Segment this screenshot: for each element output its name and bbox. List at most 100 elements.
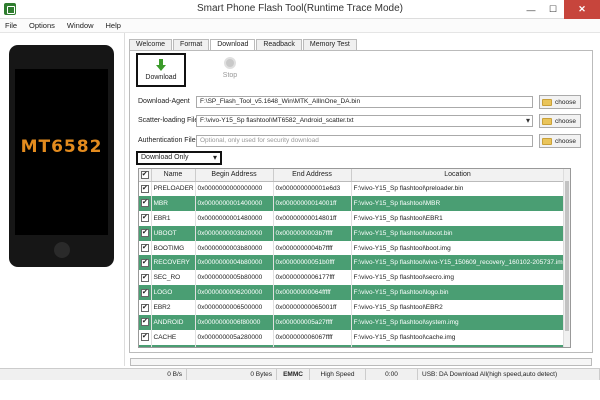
table-row[interactable]: USRDATA0x00000000606800000x00000000e6c7f… xyxy=(139,344,565,347)
row-begin-address: 0x0000000001480000 xyxy=(195,210,274,226)
scatter-field[interactable]: F:\vivo-Y15_Sp flashtool\MT6582_Android_… xyxy=(196,115,533,127)
table-scrollbar[interactable] xyxy=(563,169,570,347)
row-name: LOGO xyxy=(151,285,196,301)
auth-choose-button[interactable]: choose xyxy=(539,134,581,148)
row-begin-address: 0x0000000060680000 xyxy=(195,344,274,347)
checkbox[interactable] xyxy=(141,184,149,193)
row-begin-address: 0x0000000000000000 xyxy=(195,181,274,196)
menu-window[interactable]: Window xyxy=(62,19,99,32)
table-row[interactable]: CACHE0x000000005a2800000x000000006067fff… xyxy=(139,329,565,345)
phone-home-button xyxy=(54,242,70,258)
maximize-button[interactable]: ☐ xyxy=(542,0,564,19)
row-name: ANDROID xyxy=(151,315,196,330)
row-name: UBOOT xyxy=(151,225,196,241)
row-location[interactable]: F:\vivo-Y15_Sp flashtool\data.img xyxy=(351,344,565,347)
table-row[interactable]: LOGO0x00000000062000000x00000000064fffff… xyxy=(139,285,565,301)
row-checkbox[interactable] xyxy=(139,300,152,316)
row-checkbox[interactable] xyxy=(139,240,152,256)
tab-format[interactable]: Format xyxy=(173,39,210,50)
tab-memory-test[interactable]: Memory Test xyxy=(302,39,357,50)
checkbox[interactable] xyxy=(141,198,149,208)
menu-help[interactable]: Help xyxy=(101,19,126,32)
row-location[interactable]: F:\vivo-Y15_Sp flashtool\uboot.bin xyxy=(351,225,565,241)
row-name: CACHE xyxy=(151,329,196,345)
checkbox[interactable] xyxy=(141,317,149,327)
download-button[interactable]: Download xyxy=(136,53,186,87)
row-begin-address: 0x0000000003b80000 xyxy=(195,240,274,256)
row-end-address: 0x00000000065001ff xyxy=(273,300,352,316)
row-location[interactable]: F:\vivo-Y15_Sp flashtool\secro.img xyxy=(351,270,565,286)
row-location[interactable]: F:\vivo-Y15_Sp flashtool\EBR2 xyxy=(351,300,565,316)
row-checkbox[interactable] xyxy=(139,270,152,286)
checkbox[interactable] xyxy=(141,258,149,267)
row-checkbox[interactable] xyxy=(139,210,152,226)
minimize-button[interactable]: — xyxy=(520,0,542,19)
download-mode-select[interactable]: Download Only xyxy=(136,151,222,165)
row-checkbox[interactable] xyxy=(139,315,152,330)
download-panel: Download Stop Download-Agent F:\SP_Flash… xyxy=(129,50,593,353)
checkbox[interactable] xyxy=(141,228,149,238)
checkbox[interactable] xyxy=(141,273,149,282)
row-checkbox[interactable] xyxy=(139,329,152,345)
auth-row: Authentication File Optional, only used … xyxy=(138,134,581,148)
row-begin-address: 0x0000000004b80000 xyxy=(195,255,274,271)
partition-table: Name Begin Address End Address Location … xyxy=(138,168,571,348)
table-row[interactable]: UBOOT0x0000000003b200000x0000000003b7fff… xyxy=(139,225,565,241)
checkbox[interactable] xyxy=(141,213,149,223)
row-checkbox[interactable] xyxy=(139,255,152,271)
download-arrow-icon xyxy=(155,59,167,71)
row-location[interactable]: F:\vivo-Y15_Sp flashtool\MBR xyxy=(351,195,565,211)
table-row[interactable]: MBR0x00000000014000000x00000000014001ffF… xyxy=(139,195,565,211)
checkbox[interactable] xyxy=(141,303,149,312)
row-end-address: 0x00000000014001ff xyxy=(273,195,352,211)
checkbox[interactable] xyxy=(141,243,149,252)
scatter-choose-button[interactable]: choose xyxy=(539,114,581,128)
row-end-address: 0x00000000051b0fff xyxy=(273,255,352,271)
menu-options[interactable]: Options xyxy=(24,19,60,32)
download-agent-field[interactable]: F:\SP_Flash_Tool_v5.1648_Win\MTK_AllInOn… xyxy=(196,96,533,108)
table-row[interactable]: ANDROID0x0000000006f800000x000000005a27f… xyxy=(139,315,565,330)
header-check-all[interactable] xyxy=(139,169,152,182)
table-row[interactable]: SEC_RO0x0000000005b800000x0000000006177f… xyxy=(139,270,565,286)
row-checkbox[interactable] xyxy=(139,181,152,196)
checkbox[interactable] xyxy=(141,288,149,297)
scatter-row: Scatter-loading File F:\vivo-Y15_Sp flas… xyxy=(138,114,581,128)
row-begin-address: 0x0000000005b80000 xyxy=(195,270,274,286)
row-location[interactable]: F:\vivo-Y15_Sp flashtool\cache.img xyxy=(351,329,565,345)
menu-file[interactable]: File xyxy=(0,19,22,32)
status-storage: EMMC xyxy=(277,369,310,380)
close-button[interactable]: ✕ xyxy=(564,0,600,19)
row-checkbox[interactable] xyxy=(139,344,152,347)
row-checkbox[interactable] xyxy=(139,195,152,211)
download-agent-label: Download-Agent xyxy=(138,98,190,105)
table-row[interactable]: RECOVERY0x0000000004b800000x00000000051b… xyxy=(139,255,565,271)
scatter-label: Scatter-loading File xyxy=(138,117,199,124)
row-begin-address: 0x0000000001400000 xyxy=(195,195,274,211)
download-agent-choose-button[interactable]: choose xyxy=(539,95,581,109)
table-row[interactable]: PRELOADER0x00000000000000000x00000000000… xyxy=(139,181,565,196)
row-end-address: 0x000000005a27ffff xyxy=(273,315,352,330)
row-location[interactable]: F:\vivo-Y15_Sp flashtool\vivo-Y15_150609… xyxy=(351,255,565,271)
stop-button[interactable]: Stop xyxy=(205,53,255,87)
checkbox[interactable] xyxy=(141,332,149,342)
title-bar: Smart Phone Flash Tool(Runtime Trace Mod… xyxy=(0,0,600,19)
row-checkbox[interactable] xyxy=(139,225,152,241)
table-row[interactable]: EBR10x00000000014800000x00000000014801ff… xyxy=(139,210,565,226)
row-location[interactable]: F:\vivo-Y15_Sp flashtool\EBR1 xyxy=(351,210,565,226)
row-begin-address: 0x000000005a280000 xyxy=(195,329,274,345)
tab-welcome[interactable]: Welcome xyxy=(129,39,173,50)
auth-field[interactable]: Optional, only used for security downloa… xyxy=(196,135,533,147)
status-speed: 0 B/s xyxy=(0,369,187,380)
download-label: Download xyxy=(145,74,177,81)
table-row[interactable]: BOOTIMG0x0000000003b800000x0000000004b7f… xyxy=(139,240,565,256)
window-title: Smart Phone Flash Tool(Runtime Trace Mod… xyxy=(196,3,403,14)
tab-readback[interactable]: Readback xyxy=(256,39,302,50)
menu-bar: File Options Window Help xyxy=(0,19,600,33)
table-row[interactable]: EBR20x00000000065000000x00000000065001ff… xyxy=(139,300,565,316)
header-name: Name xyxy=(151,169,196,182)
row-checkbox[interactable] xyxy=(139,285,152,301)
row-location[interactable]: F:\vivo-Y15_Sp flashtool\system.img xyxy=(351,315,565,330)
row-location[interactable]: F:\vivo-Y15_Sp flashtool\boot.img xyxy=(351,240,565,256)
row-location[interactable]: F:\vivo-Y15_Sp flashtool\preloader.bin xyxy=(351,181,565,196)
row-location[interactable]: F:\vivo-Y15_Sp flashtool\logo.bin xyxy=(351,285,565,301)
